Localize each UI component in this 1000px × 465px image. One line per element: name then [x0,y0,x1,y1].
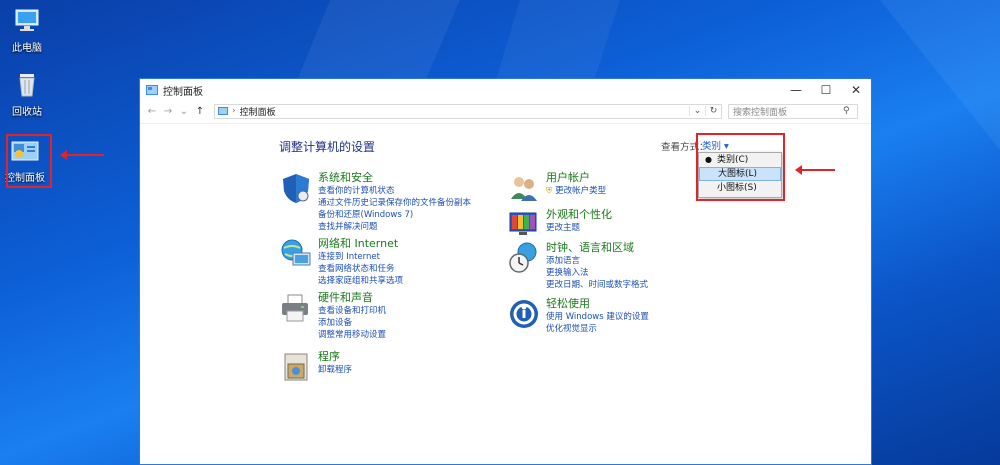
minimize-button[interactable]: — [781,83,811,97]
users-icon [511,177,537,201]
maximize-button[interactable]: ☐ [811,83,841,97]
navigation-bar: ← → ⌄ ↑ › 控制面板 ⌄ ↻ 搜索控制面板 ⚲ [140,101,871,121]
address-bar[interactable]: › 控制面板 ⌄ ↻ [214,103,722,119]
refresh-button[interactable]: ↻ [705,106,721,116]
category-link[interactable]: 备份和还原(Windows 7) [318,209,471,221]
window-title: 控制面板 [163,86,203,98]
forward-button[interactable]: → [160,106,176,117]
category-link[interactable]: ⛨ 更改帐户类型 [546,185,606,197]
control-panel-icon [146,85,158,95]
clock-globe-icon [509,242,537,273]
recycle-bin-icon [19,74,35,97]
desktop-icon-this-pc[interactable]: 此电脑 [2,6,52,54]
category-title[interactable]: 硬件和声音 [318,291,386,305]
shield-icon: ⛨ [546,186,556,196]
category-link[interactable]: 更改日期、时间或数字格式 [546,279,648,291]
category-link[interactable]: 查看你的计算机状态 [318,185,471,197]
category-link[interactable]: 查找并解决问题 [318,221,471,233]
annotation-highlight-box [6,134,52,188]
category-link[interactable]: 添加设备 [318,317,386,329]
ease-of-access-icon [510,300,538,328]
search-input[interactable]: 搜索控制面板 ⚲ [728,103,858,119]
shield-icon [283,174,309,203]
chevron-right-icon: › [232,106,236,116]
category-link[interactable]: 查看网络状态和任务 [318,263,403,275]
search-placeholder: 搜索控制面板 [733,107,788,118]
programs-icon [284,353,308,381]
category-title[interactable]: 系统和安全 [318,171,471,185]
category-link[interactable]: 卸载程序 [318,364,352,376]
category-link[interactable]: 调整常用移动设置 [318,329,386,341]
appearance-icon [509,212,537,235]
annotation-arrow [795,165,835,175]
title-bar[interactable]: 控制面板 — ☐ ✕ [140,79,871,101]
category-title[interactable]: 时钟、语言和区域 [546,241,648,255]
category-link[interactable]: 优化视觉显示 [546,323,649,335]
up-button[interactable]: ↑ [192,106,208,117]
category-link[interactable]: 更换输入法 [546,267,648,279]
category-link[interactable]: 更改主题 [546,222,612,234]
category-link[interactable]: 选择家庭组和共享选项 [318,275,403,287]
address-dropdown-button[interactable]: ⌄ [689,106,705,116]
recent-locations-button[interactable]: ⌄ [176,106,192,117]
control-panel-window: 控制面板 — ☐ ✕ ← → ⌄ ↑ › 控制面板 ⌄ ↻ 搜索控制面板 ⚲ 调… [139,78,872,465]
category-title[interactable]: 网络和 Internet [318,237,403,251]
address-segment[interactable]: 控制面板 [240,105,276,118]
category-link[interactable]: 添加语言 [546,255,648,267]
close-button[interactable]: ✕ [841,83,871,97]
category-title[interactable]: 外观和个性化 [546,208,612,222]
category-link[interactable]: 使用 Windows 建议的设置 [546,311,649,323]
category-link[interactable]: 查看设备和打印机 [318,305,386,317]
main-content: 调整计算机的设置 查看方式： 类别 ▾ ● 类别(C) 大图标(L) 小图标(S)… [140,123,871,464]
desktop-icon-label: 此电脑 [12,43,42,54]
category-link[interactable]: 连接到 Internet [318,251,403,263]
category-title[interactable]: 用户帐户 [546,171,606,185]
desktop-icon-label: 回收站 [12,107,42,118]
search-icon: ⚲ [843,106,850,116]
category-title[interactable]: 轻松使用 [546,297,649,311]
category-title[interactable]: 程序 [318,350,352,364]
annotation-highlight-box [696,133,785,201]
printer-icon [282,294,308,322]
network-globe-icon [281,239,311,266]
annotation-arrow [60,150,104,160]
page-title: 调整计算机的设置 [279,140,376,154]
category-link[interactable]: 通过文件历史记录保存你的文件备份副本 [318,197,471,209]
control-panel-icon [218,107,228,115]
computer-icon [15,9,39,31]
back-button[interactable]: ← [144,106,160,117]
desktop-icon-recycle-bin[interactable]: 回收站 [2,70,52,118]
